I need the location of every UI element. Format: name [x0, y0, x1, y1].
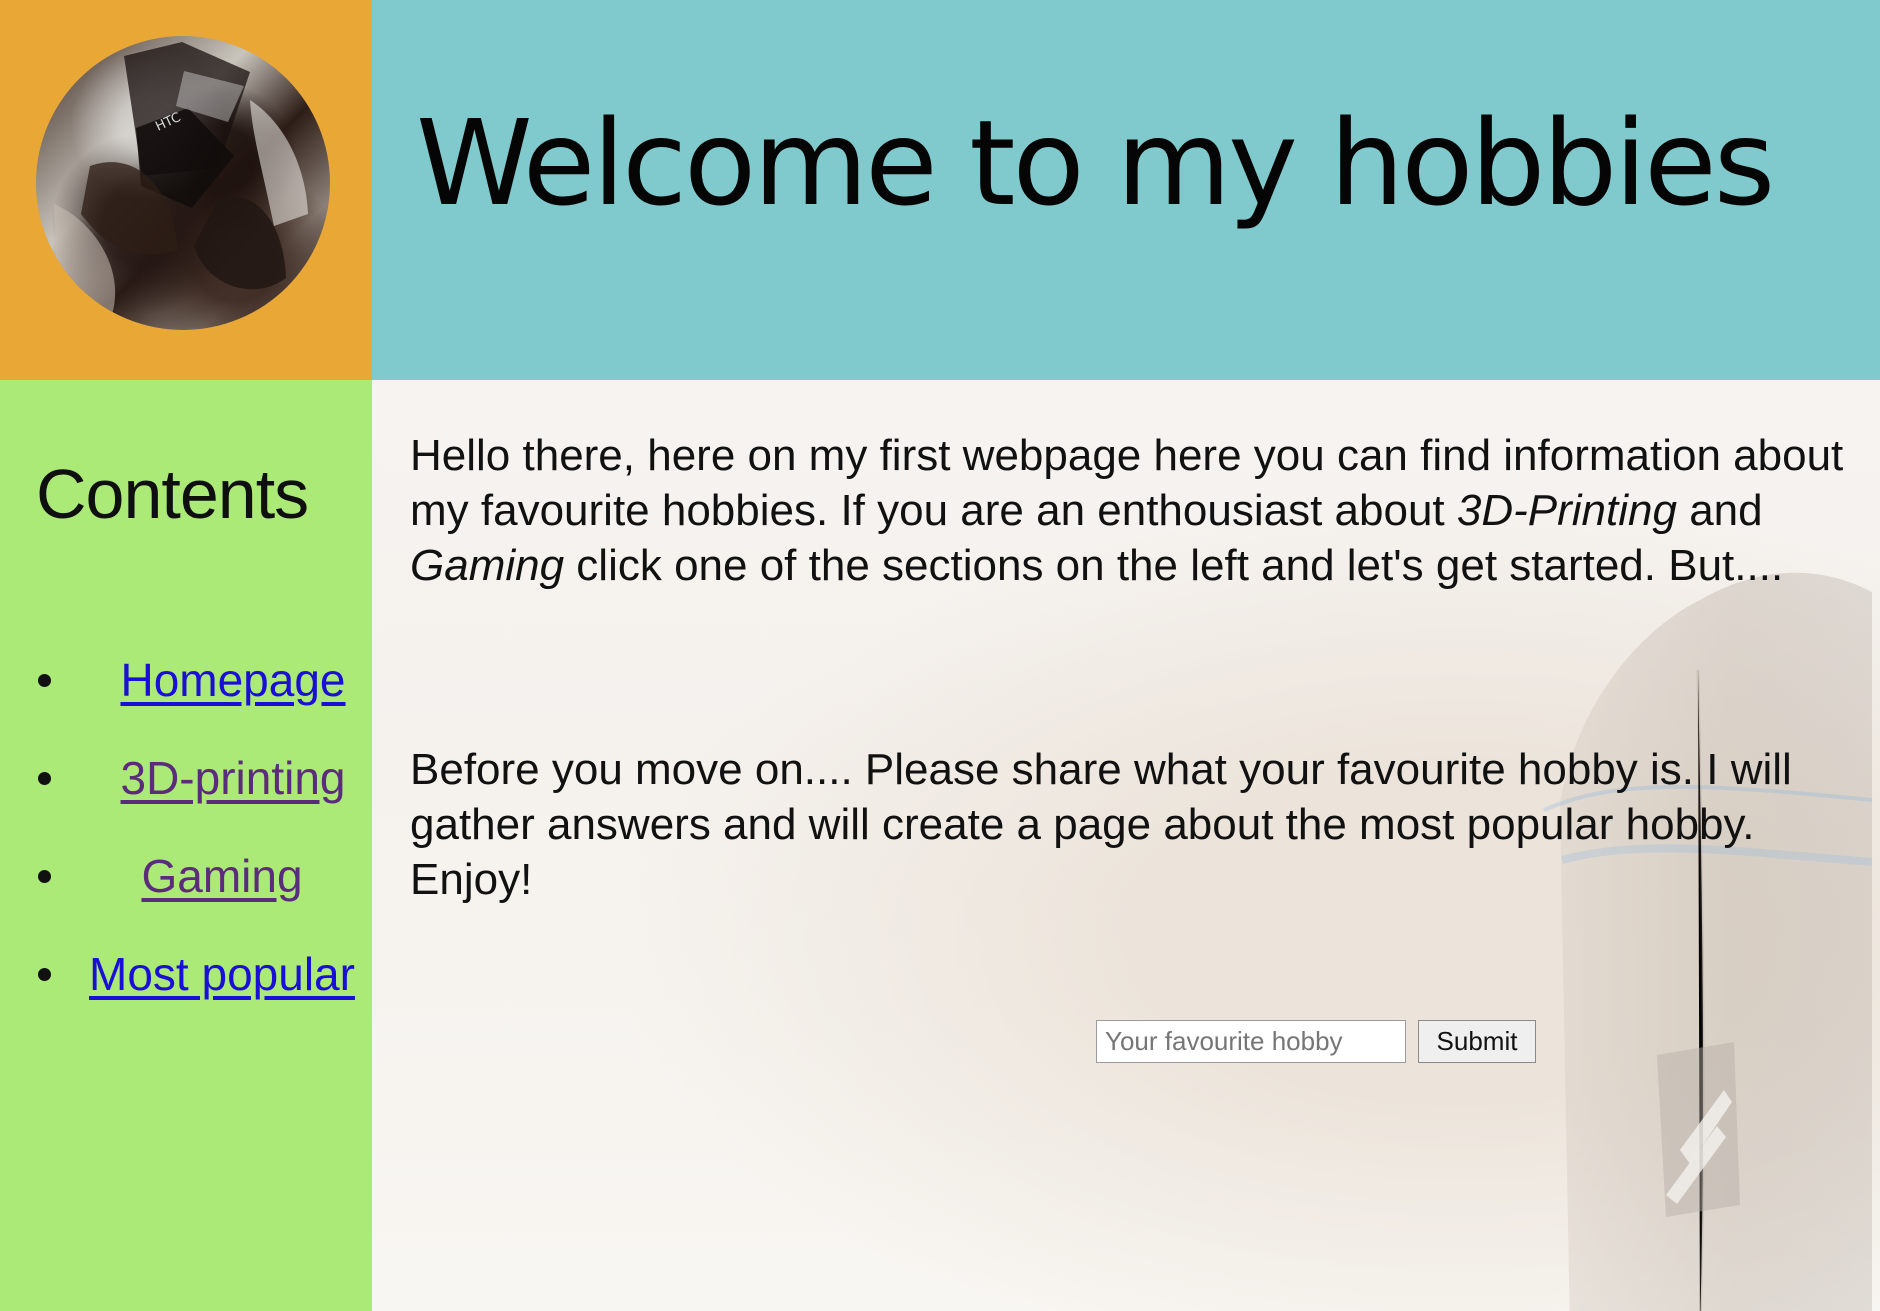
intro-text-2: and	[1676, 486, 1763, 535]
profile-avatar: HTC	[36, 36, 330, 330]
nav-item-most-popular: Most popular	[0, 938, 372, 1036]
request-paragraph: Before you move on.... Please share what…	[410, 745, 1792, 904]
intro-paragraph: Hello there, here on my first webpage he…	[410, 428, 1870, 593]
3d-printing-link[interactable]: 3D-printing	[47, 742, 419, 814]
submit-button[interactable]: Submit	[1418, 1020, 1536, 1063]
gaming-link[interactable]: Gaming	[36, 840, 408, 912]
site-header: Welcome to my hobbies	[372, 0, 1880, 380]
navigation-list: Homepage 3D-printing Gaming Most popular	[0, 644, 372, 1036]
page-title: Welcome to my hobbies	[416, 94, 1775, 232]
contents-heading: Contents	[36, 455, 309, 533]
main-content: Hello there, here on my first webpage he…	[372, 380, 1880, 1311]
intro-italic-3d-printing: 3D-Printing	[1456, 486, 1677, 535]
nav-item-gaming: Gaming	[0, 840, 372, 938]
homepage-link[interactable]: Homepage	[47, 644, 419, 716]
hobby-form: Submit	[1096, 1020, 1536, 1063]
nav-item-3d-printing: 3D-printing	[0, 742, 372, 840]
nav-item-homepage: Homepage	[0, 644, 372, 742]
hobby-input[interactable]	[1096, 1020, 1406, 1063]
intro-text-3: click one of the sections on the left an…	[564, 541, 1784, 590]
most-popular-link[interactable]: Most popular	[36, 938, 408, 1010]
avatar-illustration: HTC	[54, 42, 308, 320]
profile-cell: HTC	[0, 0, 372, 380]
intro-italic-gaming: Gaming	[410, 541, 565, 590]
sidebar: Contents Homepage 3D-printing Gaming Mos…	[0, 380, 372, 1311]
